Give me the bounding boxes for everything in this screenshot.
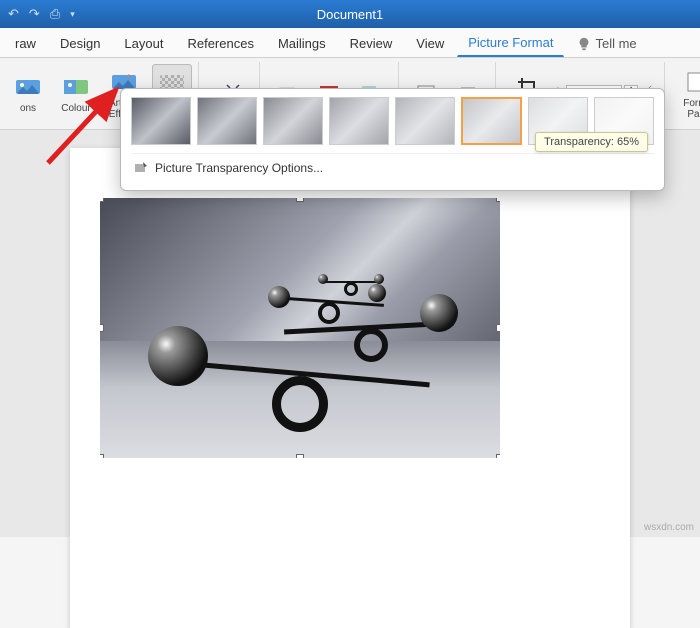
transparency-tooltip: Transparency: 65% [535, 132, 648, 152]
resize-handle[interactable] [100, 198, 104, 202]
resize-handle[interactable] [100, 454, 104, 458]
title-bar: ↶ ↷ ⎙ ▾ Document1 [0, 0, 700, 28]
format-pane-button[interactable]: Format Pane [679, 64, 700, 124]
redo-icon[interactable]: ↷ [29, 6, 40, 22]
colour-button[interactable]: Colour [56, 64, 96, 124]
page[interactable] [70, 148, 630, 628]
tell-me[interactable]: Tell me [566, 29, 647, 57]
picture-content [100, 198, 500, 458]
lightbulb-icon [577, 37, 591, 51]
resize-handle[interactable] [100, 324, 104, 332]
document-title: Document1 [317, 7, 383, 22]
resize-handle[interactable] [496, 454, 500, 458]
corrections-icon [14, 73, 42, 101]
tab-references[interactable]: References [176, 29, 264, 57]
transparency-preset-0[interactable] [131, 97, 191, 145]
resize-handle[interactable] [496, 198, 500, 202]
qat-more-icon[interactable]: ▾ [70, 9, 75, 20]
resize-handle[interactable] [296, 198, 304, 202]
ribbon-tabs: raw Design Layout References Mailings Re… [0, 28, 700, 58]
transparency-gallery: Transparency: 65% Picture Transparency O… [120, 88, 665, 191]
tab-draw[interactable]: raw [4, 29, 47, 57]
print-icon[interactable]: ⎙ [50, 6, 60, 22]
tab-mailings[interactable]: Mailings [267, 29, 337, 57]
selected-picture[interactable] [100, 198, 500, 458]
tab-design[interactable]: Design [49, 29, 111, 57]
format-pane-icon [685, 68, 700, 96]
tab-review[interactable]: Review [339, 29, 404, 57]
tab-view[interactable]: View [405, 29, 455, 57]
colour-icon [62, 73, 90, 101]
transparency-preset-65[interactable] [461, 97, 521, 145]
resize-handle[interactable] [296, 454, 304, 458]
transparency-preset-55[interactable] [395, 97, 455, 145]
tab-picture-format[interactable]: Picture Format [457, 28, 564, 57]
resize-handle[interactable] [496, 324, 500, 332]
transparency-preset-15[interactable] [197, 97, 257, 145]
quick-access-toolbar: ↶ ↷ ⎙ ▾ [8, 6, 75, 22]
options-icon [133, 160, 149, 176]
transparency-preset-30[interactable] [263, 97, 323, 145]
undo-icon[interactable]: ↶ [8, 6, 19, 22]
corrections-button[interactable]: ons [8, 64, 48, 124]
transparency-options-menuitem[interactable]: Picture Transparency Options... [131, 153, 654, 182]
tab-layout[interactable]: Layout [113, 29, 174, 57]
watermark: wsxdn.com [644, 522, 694, 533]
document-area [0, 130, 700, 537]
transparency-preset-45[interactable] [329, 97, 389, 145]
